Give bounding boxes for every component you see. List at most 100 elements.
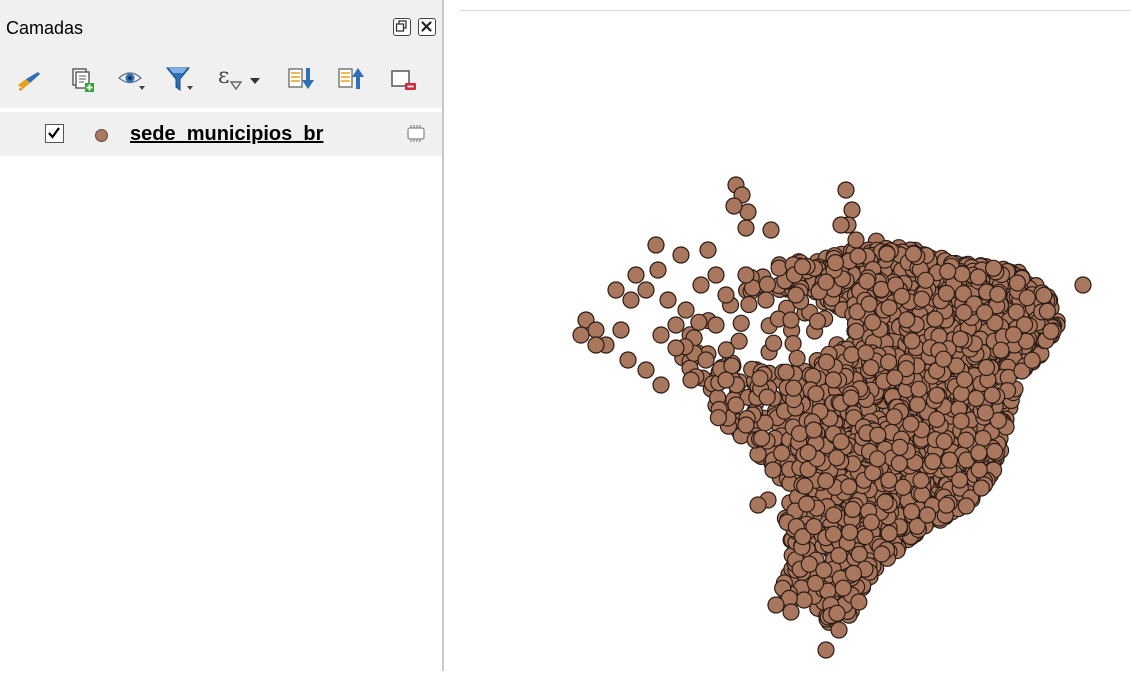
municipality-point [828, 604, 846, 622]
municipality-point [868, 450, 887, 468]
municipality-point [970, 444, 988, 462]
municipality-point [902, 503, 921, 521]
remove-layer-button[interactable] [388, 63, 420, 95]
map-top-border [460, 10, 1131, 11]
municipality-point [649, 261, 667, 279]
municipality-point [939, 262, 957, 280]
municipality-point [825, 506, 843, 524]
map-canvas[interactable] [446, 0, 1131, 671]
municipality-point [862, 513, 880, 531]
municipality-point [850, 593, 868, 611]
municipality-point [826, 254, 844, 272]
municipality-point [885, 408, 903, 426]
checkmark-icon [48, 127, 60, 139]
municipality-point [699, 241, 717, 259]
expand-all-icon [288, 68, 314, 89]
layer-visibility-checkbox[interactable] [45, 124, 64, 143]
filter-legend-button[interactable] [164, 63, 196, 95]
municipality-point [886, 369, 904, 387]
municipality-point [969, 268, 987, 286]
municipality-point [764, 461, 782, 479]
municipality-point [844, 564, 863, 583]
municipality-point [637, 361, 655, 379]
municipality-point [800, 555, 818, 573]
municipality-point [898, 311, 916, 329]
chevron-down-icon [250, 78, 260, 84]
layers-toolbar: ε [0, 58, 442, 108]
municipality-point [951, 471, 969, 489]
municipality-point [707, 316, 725, 334]
municipality-point [607, 281, 625, 299]
municipality-point [977, 358, 996, 377]
municipality-point [805, 421, 823, 439]
layer-name[interactable]: sede_municipios_br [130, 123, 323, 146]
municipality-point [784, 335, 802, 353]
municipality-point [790, 425, 809, 443]
municipality-point [984, 259, 1003, 277]
layer-row[interactable]: sede_municipios_br [0, 112, 442, 156]
municipality-point [1035, 286, 1053, 304]
municipality-point [637, 281, 655, 299]
filter-by-expression-button[interactable]: ε [214, 63, 246, 95]
municipality-point [992, 341, 1010, 359]
municipality-point [1038, 302, 1057, 320]
municipality-point [924, 452, 942, 471]
municipality-point [798, 495, 816, 513]
municipality-point [782, 603, 800, 621]
municipality-point [717, 341, 735, 359]
municipality-point [913, 290, 931, 308]
municipality-point [926, 310, 944, 328]
manage-visibility-button[interactable] [116, 63, 148, 95]
municipality-point [909, 395, 927, 414]
collapse-all-button[interactable] [336, 63, 368, 95]
municipality-point [860, 295, 878, 313]
municipality-point [951, 330, 970, 348]
municipality-point [890, 454, 908, 473]
add-group-button[interactable] [66, 63, 98, 95]
point-layer-rendering [572, 176, 1092, 659]
municipality-point [777, 363, 795, 381]
municipality-point [751, 369, 769, 387]
municipality-point [878, 245, 896, 263]
municipality-point [757, 291, 775, 309]
restore-icon [395, 20, 407, 32]
municipality-point [770, 259, 788, 277]
municipality-point [717, 371, 735, 389]
municipality-point [723, 357, 741, 375]
municipality-point [587, 321, 605, 339]
municipality-point [894, 478, 912, 496]
expand-all-button[interactable] [286, 63, 318, 95]
municipality-point [808, 312, 827, 330]
municipality-point [697, 351, 715, 369]
municipality-point [880, 299, 898, 317]
municipality-point [767, 596, 785, 614]
municipality-point [828, 449, 846, 467]
style-manager-button[interactable] [14, 63, 46, 95]
municipality-point [850, 545, 868, 563]
layer-indicator-button[interactable] [402, 122, 430, 146]
municipality-point [647, 236, 665, 254]
municipality-point [787, 286, 805, 304]
municipality-point [830, 621, 848, 639]
municipality-point [793, 258, 812, 276]
municipality-point [758, 388, 776, 406]
municipality-point [627, 266, 645, 284]
municipality-point [762, 221, 780, 239]
municipality-point [612, 321, 630, 339]
municipality-point [1008, 274, 1027, 292]
funnel-icon [165, 67, 193, 91]
close-panel-button[interactable] [418, 18, 436, 36]
municipality-point [876, 493, 894, 511]
municipality-point [753, 429, 771, 447]
float-panel-button[interactable] [393, 18, 411, 36]
expression-dropdown-button[interactable] [246, 63, 264, 95]
municipality-point [902, 415, 920, 433]
municipality-point [737, 416, 755, 434]
municipality-point [975, 304, 994, 322]
municipality-point [799, 444, 817, 462]
municipality-point [917, 271, 935, 289]
layers-panel: Camadas ε sede_municipios_br [0, 0, 444, 671]
municipality-point [955, 303, 973, 322]
municipality-point [707, 266, 725, 284]
collapse-all-icon [338, 68, 364, 89]
